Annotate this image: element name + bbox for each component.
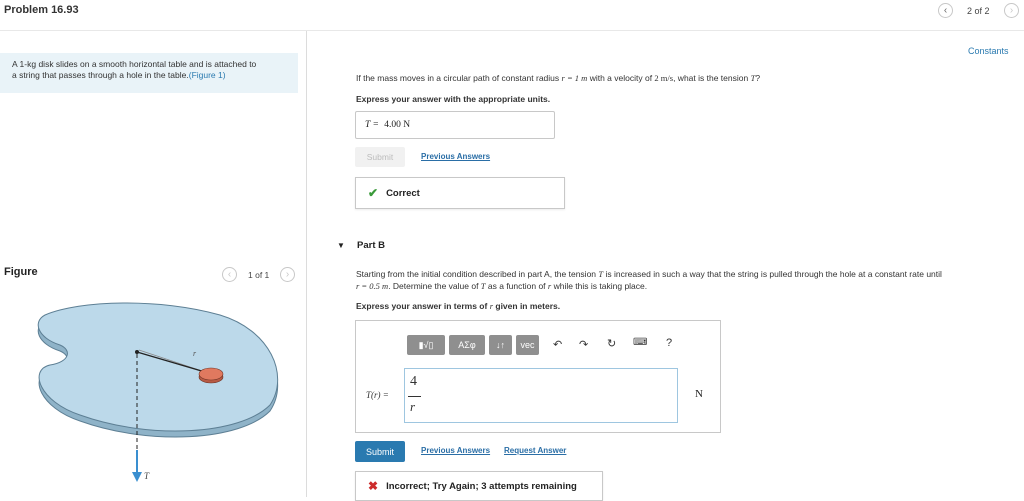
tension-label: T	[144, 471, 150, 481]
math-answer-input[interactable]: 4 r	[404, 368, 678, 423]
reset-icon[interactable]: ↻	[607, 337, 616, 350]
figure-pager: 1 of 1	[248, 270, 270, 280]
part-b-text-line-1: Starting from the initial condition desc…	[356, 269, 942, 279]
part-b-previous-answers-link[interactable]: Previous Answers	[421, 446, 490, 455]
answer-label: T =	[365, 120, 379, 130]
figure-link[interactable]: (Figure 1)	[189, 70, 226, 80]
figure-heading: Figure	[4, 266, 38, 278]
intro-line-1: A 1-kg disk slides on a smooth horizonta…	[12, 59, 257, 69]
problem-intro: A 1-kg disk slides on a smooth horizonta…	[0, 53, 298, 93]
next-figure-button[interactable]: ›	[280, 267, 295, 282]
figure-illustration: r T	[37, 302, 279, 482]
problem-pager: 2 of 2	[967, 6, 990, 16]
part-a-answer-field[interactable]: T = 4.00 N	[355, 111, 555, 139]
check-icon: ✔	[368, 186, 379, 200]
table-top	[37, 302, 279, 432]
part-a-feedback: ✔ Correct	[355, 177, 565, 209]
keyboard-icon[interactable]: ⌨	[633, 337, 647, 348]
redo-icon[interactable]: ↷	[579, 338, 588, 351]
next-problem-button[interactable]: ›	[1004, 3, 1019, 18]
part-a-instruction: Express your answer with the appropriate…	[356, 94, 551, 104]
constants-link[interactable]: Constants	[968, 46, 1009, 56]
fraction-denominator: r	[410, 399, 416, 414]
cross-icon: ✖	[368, 479, 379, 493]
feedback-text: Correct	[386, 187, 420, 199]
chevron-right-icon: ›	[1009, 5, 1014, 16]
templates-button[interactable]: ▮√▯	[407, 335, 445, 355]
chevron-left-icon: ‹	[943, 5, 948, 16]
chevron-left-icon: ‹	[227, 269, 232, 280]
answer-value: 4.00 N	[384, 120, 411, 130]
prev-problem-button[interactable]: ‹	[938, 3, 953, 18]
vector-button[interactable]: vec	[516, 335, 539, 355]
prev-figure-button[interactable]: ‹	[222, 267, 237, 282]
tension-arrowhead	[132, 472, 142, 482]
fraction-numerator: 4	[410, 374, 417, 389]
part-a-submit-button[interactable]: Submit	[355, 147, 405, 167]
fraction-bar	[408, 396, 421, 397]
part-b-submit-button[interactable]: Submit	[355, 441, 405, 462]
panel-divider	[306, 31, 307, 497]
chevron-right-icon: ›	[285, 269, 290, 280]
arrows-button[interactable]: ↓↑	[489, 335, 512, 355]
feedback-text: Incorrect; Try Again; 3 attempts remaini…	[386, 480, 577, 492]
disk	[198, 367, 224, 381]
problem-title: Problem 16.93	[4, 4, 79, 16]
greek-symbols-button[interactable]: ΑΣφ	[449, 335, 485, 355]
header-divider	[0, 30, 1024, 31]
help-button[interactable]: ?	[666, 337, 672, 349]
math-input-label: T(r) =	[366, 390, 389, 400]
undo-icon[interactable]: ↶	[553, 338, 562, 351]
part-a-question: If the mass moves in a circular path of …	[356, 73, 761, 83]
answer-unit: N	[695, 388, 703, 400]
intro-line-2: a string that passes through a hole in t…	[12, 70, 189, 80]
part-b-text-line-2: r = 0.5 m. Determine the value of T as a…	[356, 281, 648, 291]
part-a-previous-answers-link[interactable]: Previous Answers	[421, 152, 490, 161]
part-b-heading[interactable]: Part B	[357, 240, 385, 251]
collapse-caret-icon[interactable]: ▼	[337, 241, 345, 250]
request-answer-link[interactable]: Request Answer	[504, 446, 566, 455]
part-b-instruction: Express your answer in terms of r given …	[356, 301, 561, 311]
